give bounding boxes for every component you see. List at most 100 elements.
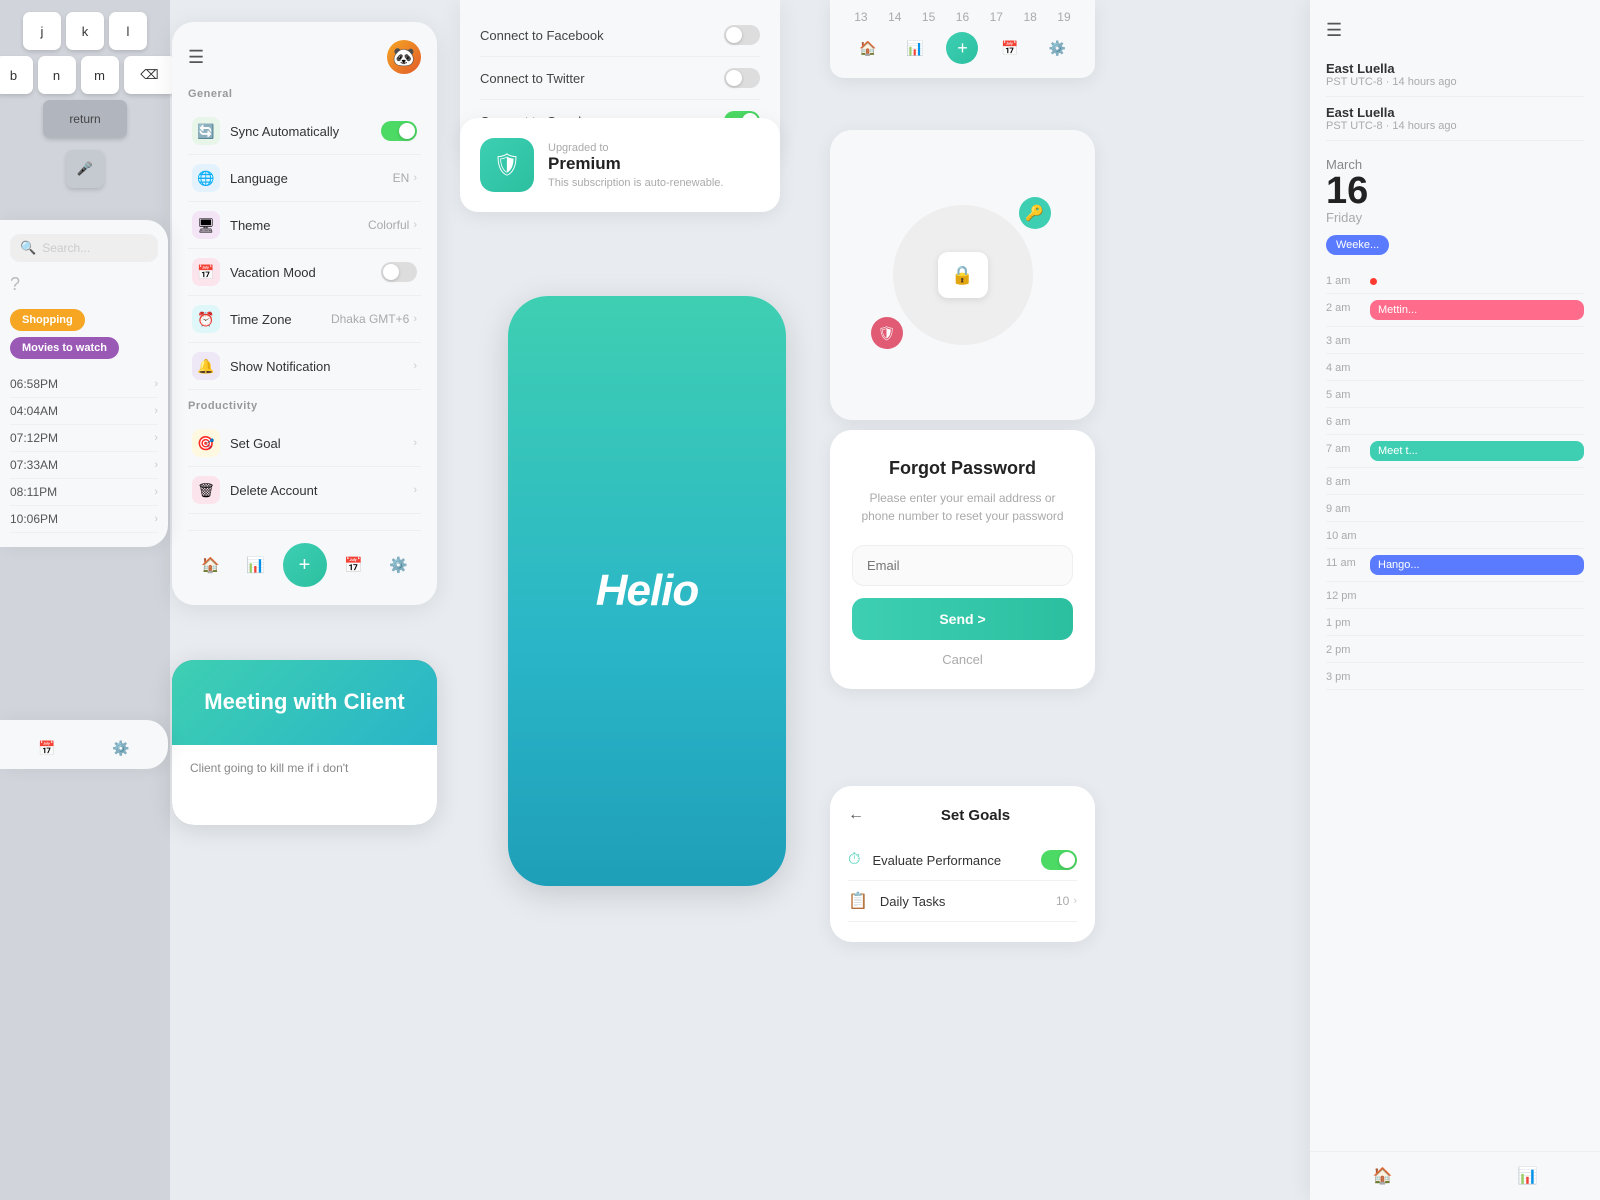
- clock-1: East Luella PST UTC-8 · 14 hours ago: [1326, 53, 1584, 97]
- settings-item-theme[interactable]: 🖥 Theme Colorful ›: [188, 202, 421, 249]
- calendar-nav-btn[interactable]: 📅: [336, 547, 372, 583]
- key-n[interactable]: n: [38, 56, 76, 94]
- lock-body: 🔒: [938, 252, 988, 298]
- back-button[interactable]: ←: [848, 806, 864, 824]
- add-nav-btn[interactable]: +: [283, 543, 327, 587]
- clock-city-1: East Luella: [1326, 61, 1584, 76]
- slot-11am: 11 am Hango...: [1326, 549, 1584, 582]
- evaluate-toggle[interactable]: [1041, 850, 1077, 870]
- event-2am[interactable]: Mettin...: [1370, 300, 1584, 320]
- lock-illustration: 🔒 🔑 🛡: [830, 130, 1095, 420]
- setgoal-label: Set Goal: [230, 436, 413, 451]
- slot-7am: 7 am Meet t...: [1326, 435, 1584, 468]
- section-general: General: [188, 88, 421, 100]
- act-time-0811[interactable]: 08:11PM ›: [10, 479, 158, 506]
- mic-key[interactable]: 🎤: [66, 150, 104, 188]
- key-j[interactable]: j: [23, 12, 61, 50]
- key-badge: 🔑: [1019, 197, 1051, 229]
- settings-item-timezone[interactable]: ⏰ Time Zone Dhaka GMT+6 ›: [188, 296, 421, 343]
- sched-home-btn[interactable]: 🏠: [1373, 1166, 1393, 1186]
- goal-evaluate[interactable]: ⏱ Evaluate Performance: [848, 840, 1077, 881]
- slot-9am: 9 am: [1326, 495, 1584, 522]
- mini-nav: 📅 ⚙️: [10, 732, 158, 757]
- slot-2am: 2 am Mettin...: [1326, 294, 1584, 327]
- slot-8am: 8 am: [1326, 468, 1584, 495]
- evaluate-label: Evaluate Performance: [872, 853, 1041, 868]
- meeting-header: Meeting with Client: [172, 660, 437, 745]
- vacation-toggle[interactable]: [381, 262, 417, 282]
- home-cal-btn[interactable]: 🏠: [852, 32, 884, 64]
- language-label: Language: [230, 171, 393, 186]
- search-icon: 🔍: [20, 240, 36, 256]
- key-b[interactable]: b: [0, 56, 33, 94]
- act-time-0404[interactable]: 04:04AM ›: [10, 398, 158, 425]
- helio-splash: Helio: [508, 296, 786, 886]
- add-cal-btn[interactable]: +: [946, 32, 978, 64]
- tag-pills: Shopping Movies to watch: [10, 309, 158, 359]
- gear-nav-btn[interactable]: ⚙️: [381, 547, 417, 583]
- key-l[interactable]: l: [109, 12, 147, 50]
- meeting-body-text: Client going to kill me if i don't: [190, 761, 419, 775]
- event-7am[interactable]: Meet t...: [1370, 441, 1584, 461]
- calendar-header-panel: 13 14 15 16 17 18 19 🏠 📊 + 📅 ⚙️: [830, 0, 1095, 78]
- meeting-card: Meeting with Client Client going to kill…: [172, 660, 437, 825]
- menu-icon[interactable]: ☰: [188, 47, 204, 68]
- mini-calendar-btn[interactable]: 📅: [38, 740, 55, 757]
- movies-tag[interactable]: Movies to watch: [10, 337, 119, 359]
- act-time-0712[interactable]: 07:12PM ›: [10, 425, 158, 452]
- event-11am[interactable]: Hango...: [1370, 555, 1584, 575]
- premium-subtitle: This subscription is auto-renewable.: [548, 177, 723, 189]
- twitter-toggle[interactable]: [724, 68, 760, 88]
- world-clocks: East Luella PST UTC-8 · 14 hours ago Eas…: [1326, 53, 1584, 141]
- bottom-nav: 🏠 📊 + 📅 ⚙️: [188, 530, 421, 587]
- facebook-toggle[interactable]: [724, 25, 760, 45]
- act-time-0658[interactable]: 06:58PM ›: [10, 371, 158, 398]
- calendar-cal-btn[interactable]: 📅: [994, 32, 1026, 64]
- language-value: EN: [393, 171, 410, 185]
- clock-meta-1: PST UTC-8 · 14 hours ago: [1326, 76, 1584, 88]
- timezone-label: Time Zone: [230, 312, 331, 327]
- goal-daily-tasks[interactable]: 📋 Daily Tasks 10 ›: [848, 881, 1077, 922]
- settings-item-setgoal[interactable]: 🎯 Set Goal ›: [188, 420, 421, 467]
- keyboard-panel: j k l b n m ⌫ return 🎤: [0, 0, 170, 1200]
- forgot-password-panel: Forgot Password Please enter your email …: [830, 430, 1095, 689]
- search-placeholder: Search...: [42, 241, 90, 255]
- chart-nav-btn[interactable]: 📊: [238, 547, 274, 583]
- slot-12pm: 12 pm: [1326, 582, 1584, 609]
- return-key[interactable]: return: [43, 100, 127, 138]
- theme-icon: 🖥: [192, 211, 220, 239]
- settings-item-language[interactable]: 🌐 Language EN ›: [188, 155, 421, 202]
- settings-item-sync[interactable]: 🔄 Sync Automatically: [188, 108, 421, 155]
- key-m[interactable]: m: [81, 56, 119, 94]
- send-button[interactable]: Send >: [852, 598, 1073, 640]
- sched-chart-btn[interactable]: 📊: [1518, 1166, 1538, 1186]
- activity-time-list: 06:58PM › 04:04AM › 07:12PM › 07:33AM › …: [10, 371, 158, 533]
- shield-badge: 🛡: [871, 317, 903, 349]
- act-time-0733[interactable]: 07:33AM ›: [10, 452, 158, 479]
- slot-6am: 6 am: [1326, 408, 1584, 435]
- shopping-tag[interactable]: Shopping: [10, 309, 85, 331]
- settings-item-delete[interactable]: 🗑 Delete Account ›: [188, 467, 421, 514]
- evaluate-icon: ⏱: [848, 851, 860, 869]
- cancel-link[interactable]: Cancel: [852, 652, 1073, 667]
- delete-icon: 🗑: [192, 476, 220, 504]
- email-field[interactable]: [852, 545, 1073, 586]
- mini-gear-btn[interactable]: ⚙️: [112, 740, 129, 757]
- timezone-value: Dhaka GMT+6: [331, 312, 409, 326]
- lock-circle: 🔒 🔑 🛡: [893, 205, 1033, 345]
- delete-key[interactable]: ⌫: [124, 56, 176, 94]
- goals-title: Set Goals: [874, 807, 1077, 824]
- settings-item-notification[interactable]: 🔔 Show Notification ›: [188, 343, 421, 390]
- notification-chevron: ›: [413, 360, 417, 372]
- chart-cal-btn[interactable]: 📊: [899, 32, 931, 64]
- tasks-count: 10: [1056, 894, 1069, 908]
- social-facebook[interactable]: Connect to Facebook: [480, 14, 760, 57]
- schedule-menu-icon[interactable]: ☰: [1326, 20, 1584, 41]
- home-nav-btn[interactable]: 🏠: [193, 547, 229, 583]
- gear-cal-btn[interactable]: ⚙️: [1041, 32, 1073, 64]
- key-k[interactable]: k: [66, 12, 104, 50]
- settings-item-vacation[interactable]: 📅 Vacation Mood: [188, 249, 421, 296]
- act-time-1006[interactable]: 10:06PM ›: [10, 506, 158, 533]
- social-twitter[interactable]: Connect to Twitter: [480, 57, 760, 100]
- sync-toggle[interactable]: [381, 121, 417, 141]
